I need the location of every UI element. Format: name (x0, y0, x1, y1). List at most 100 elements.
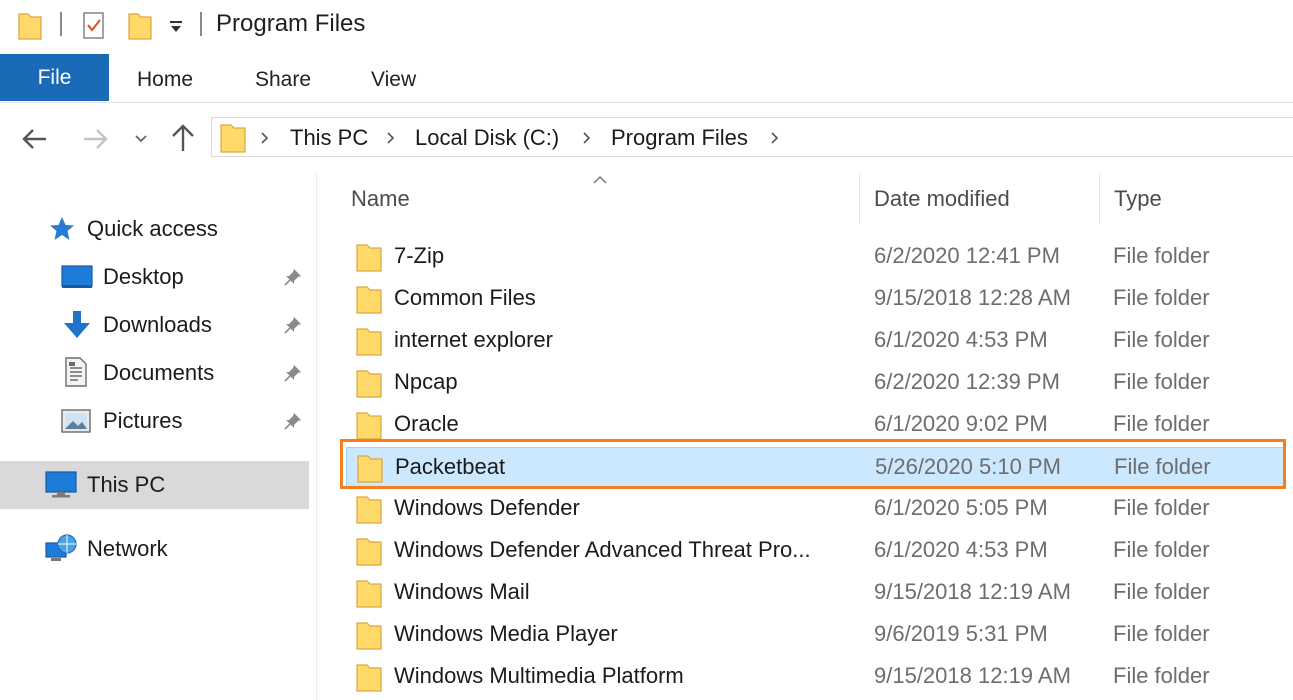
pin-icon[interactable] (283, 363, 303, 383)
new-folder-icon[interactable] (128, 11, 152, 40)
date-modified: 6/1/2020 9:02 PM (874, 411, 1048, 436)
breadcrumb-local-disk[interactable]: Local Disk (C:) (415, 125, 559, 151)
sidebar-item-downloads[interactable]: Downloads (0, 301, 309, 349)
list-item-selected[interactable]: Packetbeat 5/26/2020 5:10 PM File folder (346, 447, 1284, 487)
desktop-icon (61, 265, 93, 288)
back-arrow-icon[interactable] (20, 125, 50, 153)
file-name: 7-Zip (394, 243, 445, 268)
list-item[interactable]: Oracle 6/1/2020 9:02 PM File folder (346, 405, 1284, 445)
column-header-type[interactable]: Type (1114, 186, 1162, 212)
network-icon (45, 534, 77, 561)
chevron-right-icon[interactable] (580, 128, 594, 148)
tab-file[interactable]: File (0, 54, 109, 101)
date-modified: 6/2/2020 12:39 PM (874, 369, 1060, 394)
file-type: File folder (1114, 454, 1211, 479)
file-name: Windows Multimedia Platform (394, 663, 684, 688)
file-type: File folder (1113, 243, 1210, 268)
file-type: File folder (1113, 327, 1210, 352)
sidebar-item-this-pc[interactable]: This PC (0, 461, 309, 509)
chevron-right-icon[interactable] (768, 128, 782, 148)
list-item[interactable]: Windows Multimedia Platform 9/15/2018 12… (346, 657, 1284, 697)
folder-icon (356, 370, 382, 398)
folder-icon (356, 538, 382, 566)
file-name: Windows Defender (394, 495, 580, 520)
date-modified: 6/1/2020 5:05 PM (874, 495, 1048, 520)
properties-check-icon[interactable] (82, 10, 106, 40)
sort-ascending-icon (593, 175, 607, 184)
up-arrow-icon[interactable] (170, 123, 196, 153)
folder-icon (356, 244, 382, 272)
folder-icon (357, 455, 383, 483)
folder-icon (356, 580, 382, 608)
date-modified: 6/1/2020 4:53 PM (874, 327, 1048, 352)
date-modified: 5/26/2020 5:10 PM (875, 454, 1061, 479)
list-item[interactable]: Windows Mail 9/15/2018 12:19 AM File fol… (346, 573, 1284, 613)
file-type: File folder (1113, 411, 1210, 436)
pin-icon[interactable] (283, 411, 303, 431)
sidebar-item-label: Downloads (103, 312, 212, 337)
pin-icon[interactable] (283, 267, 303, 287)
address-bar[interactable]: This PC Local Disk (C:) Program Files (211, 117, 1293, 157)
sidebar-item-label: This PC (87, 472, 166, 497)
column-divider[interactable] (859, 173, 860, 223)
list-item[interactable]: Windows Defender Advanced Threat Pro... … (346, 531, 1284, 571)
list-item[interactable]: 7-Zip 6/2/2020 12:41 PM File folder (346, 237, 1284, 277)
sidebar-item-label: Pictures (103, 408, 183, 433)
sidebar-item-pictures[interactable]: Pictures (0, 397, 309, 445)
navigation-bar: This PC Local Disk (C:) Program Files (0, 103, 1293, 173)
file-name: Oracle (394, 411, 459, 436)
folder-icon (356, 286, 382, 314)
forward-arrow-icon[interactable] (80, 125, 110, 153)
list-item[interactable]: Common Files 9/15/2018 12:28 AM File fol… (346, 279, 1284, 319)
window-title: Program Files (216, 10, 366, 37)
breadcrumb-this-pc[interactable]: This PC (290, 125, 368, 151)
file-name: Common Files (394, 285, 536, 310)
column-divider[interactable] (1099, 173, 1100, 223)
sidebar-item-network[interactable]: Network (0, 525, 309, 573)
file-type: File folder (1113, 369, 1210, 394)
toolbar-separator (200, 12, 202, 36)
file-type: File folder (1113, 285, 1210, 310)
list-item[interactable]: internet explorer 6/1/2020 4:53 PM File … (346, 321, 1284, 361)
column-header-name[interactable]: Name (351, 186, 410, 212)
folder-icon (220, 124, 246, 153)
folder-icon (356, 412, 382, 440)
date-modified: 9/15/2018 12:19 AM (874, 579, 1071, 604)
file-type: File folder (1113, 621, 1210, 646)
sidebar-item-quick-access[interactable]: Quick access (0, 205, 309, 253)
folder-icon (356, 622, 382, 650)
pane-divider[interactable] (316, 173, 317, 700)
file-name: Windows Media Player (394, 621, 618, 646)
chevron-right-icon[interactable] (384, 128, 398, 148)
sidebar-item-documents[interactable]: Documents (0, 349, 309, 397)
sidebar-item-label: Documents (103, 360, 215, 385)
pictures-icon (61, 409, 91, 433)
list-item[interactable]: Npcap 6/2/2020 12:39 PM File folder (346, 363, 1284, 403)
computer-icon (45, 471, 77, 498)
column-header-date-modified[interactable]: Date modified (874, 186, 1010, 212)
customize-toolbar-icon[interactable] (168, 14, 184, 36)
chevron-right-icon[interactable] (258, 128, 272, 148)
sidebar-item-label: Desktop (103, 264, 184, 289)
pin-icon[interactable] (283, 315, 303, 335)
date-modified: 9/15/2018 12:19 AM (874, 663, 1071, 688)
navigation-pane: Quick access Desktop Downloads Documents (0, 173, 316, 700)
folder-icon[interactable] (18, 11, 42, 40)
folder-icon (356, 496, 382, 524)
sidebar-item-desktop[interactable]: Desktop (0, 253, 309, 301)
sidebar-item-label: Network (87, 536, 168, 561)
list-item[interactable]: Windows Defender 6/1/2020 5:05 PM File f… (346, 489, 1284, 529)
breadcrumb-program-files[interactable]: Program Files (611, 125, 748, 151)
file-name: internet explorer (394, 327, 553, 352)
toolbar-separator (60, 12, 62, 36)
file-name: Packetbeat (395, 454, 506, 479)
tab-share[interactable]: Share (255, 54, 311, 101)
list-item[interactable]: Windows Media Player 9/6/2019 5:31 PM Fi… (346, 615, 1284, 655)
chevron-down-icon[interactable] (133, 131, 149, 147)
tab-home[interactable]: Home (137, 54, 193, 101)
date-modified: 9/6/2019 5:31 PM (874, 621, 1048, 646)
file-name: Windows Mail (394, 579, 530, 604)
title-bar: Program Files (0, 0, 1293, 52)
file-name: Npcap (394, 369, 458, 394)
tab-view[interactable]: View (371, 54, 416, 101)
